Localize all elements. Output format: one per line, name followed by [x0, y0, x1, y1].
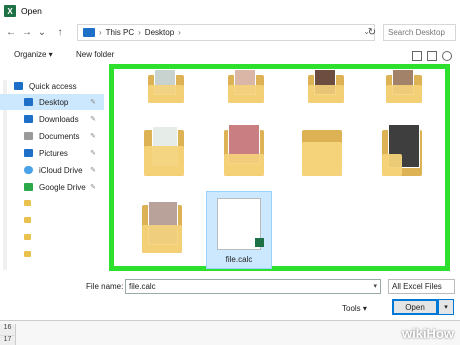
pin-icon[interactable]: ✎ [90, 98, 96, 106]
folder-icon[interactable] [24, 234, 31, 240]
folder-item[interactable] [304, 69, 349, 107]
search-placeholder: Search Desktop [388, 28, 445, 37]
pin-icon[interactable]: ✎ [90, 115, 96, 123]
file-list-pane[interactable]: file.calc [109, 64, 450, 271]
new-folder-button[interactable]: New folder [76, 50, 114, 59]
sidebar-item-label: Downloads [39, 114, 79, 124]
pin-icon[interactable]: ✎ [90, 183, 96, 191]
sidebar-item-pictures[interactable]: Pictures ✎ [0, 145, 104, 161]
sidebar-item-label: Desktop [39, 97, 69, 107]
sidebar-item-label: iCloud Drive [39, 165, 83, 175]
document-icon [24, 132, 33, 140]
tools-label: Tools [342, 304, 361, 313]
file-type-select[interactable]: All Excel Files [388, 279, 455, 294]
folder-item[interactable] [222, 124, 267, 179]
sidebar-item-label: Documents [39, 131, 80, 141]
picture-icon [24, 149, 33, 157]
folder-item[interactable] [382, 69, 427, 107]
organize-button[interactable]: Organize ▾ [14, 50, 53, 59]
address-bar[interactable]: › This PC › Desktop › ⌄ [77, 24, 375, 41]
file-name-label: File name: [86, 282, 124, 291]
navigation-bar: ← → ⌄ ↑ › This PC › Desktop › ⌄ ↻ Search… [0, 22, 460, 44]
breadcrumb-desktop[interactable]: Desktop [145, 28, 174, 37]
file-name-value: file.calc [129, 282, 156, 291]
breadcrumb-this-pc[interactable]: This PC [106, 28, 134, 37]
view-options [412, 50, 452, 62]
star-icon [14, 82, 23, 90]
sidebar-item-icloud-drive[interactable]: iCloud Drive ✎ [0, 162, 104, 178]
view-mode-icon[interactable] [412, 51, 422, 61]
desktop-icon [24, 98, 33, 106]
search-input[interactable]: Search Desktop [383, 24, 456, 41]
open-label: Open [405, 302, 425, 312]
open-button[interactable]: Open [392, 299, 438, 315]
file-type-value: All Excel Files [392, 282, 442, 291]
file-name-label: file.calc [225, 255, 253, 264]
sidebar-item-google-drive[interactable]: Google Drive ✎ [0, 179, 104, 195]
folder-icon[interactable] [24, 200, 31, 206]
folder-item[interactable] [142, 124, 187, 179]
download-icon [24, 115, 33, 123]
tools-button[interactable]: Tools ▾ [342, 304, 367, 313]
back-arrow-icon[interactable]: ← [5, 26, 17, 40]
chevron-down-icon[interactable]: ▾ [373, 282, 377, 290]
command-bar: Organize ▾ New folder [0, 46, 460, 66]
cloud-icon [24, 166, 33, 174]
sidebar-item-label: Google Drive [39, 182, 86, 192]
spreadsheet-background: 16 17 [0, 320, 460, 345]
row-number: 16 [0, 324, 16, 336]
chevron-right-icon: › [138, 28, 141, 37]
folder-item[interactable] [140, 197, 185, 257]
file-name-input[interactable]: file.calc ▾ [125, 279, 381, 294]
sidebar-item-quick-access[interactable]: Quick access [0, 78, 104, 94]
title-bar: X Open [0, 0, 460, 22]
folder-icon [83, 28, 95, 37]
folder-item[interactable] [300, 124, 345, 179]
sidebar-item-label: Pictures [39, 148, 68, 158]
up-arrow-icon[interactable]: ↑ [54, 26, 66, 40]
forward-arrow-icon[interactable]: → [21, 26, 33, 40]
folder-icon[interactable] [24, 217, 31, 223]
file-item-selected[interactable]: file.calc [206, 191, 272, 269]
pin-icon[interactable]: ✎ [90, 149, 96, 157]
folder-item[interactable] [224, 69, 269, 107]
watermark: wikiHow [401, 326, 454, 341]
folder-icon[interactable] [24, 251, 31, 257]
row-number: 17 [0, 336, 16, 345]
google-drive-icon [24, 183, 33, 191]
chevron-right-icon: › [178, 28, 181, 37]
sidebar-item-label: Quick access [29, 81, 77, 91]
sidebar-item-downloads[interactable]: Downloads ✎ [0, 111, 104, 127]
help-icon[interactable] [442, 51, 452, 61]
window-title: Open [21, 6, 42, 16]
pin-icon[interactable]: ✎ [90, 166, 96, 174]
recent-chevron-icon[interactable]: ⌄ [36, 26, 48, 40]
pin-icon[interactable]: ✎ [90, 132, 96, 140]
chevron-right-icon: › [99, 28, 102, 37]
sidebar-item-documents[interactable]: Documents ✎ [0, 128, 104, 144]
open-options-chevron-icon[interactable]: ▾ [438, 299, 454, 315]
sidebar-item-desktop[interactable]: Desktop ✎ [0, 94, 104, 110]
folder-item[interactable] [144, 69, 189, 107]
refresh-icon[interactable]: ↻ [366, 26, 378, 40]
navigation-pane: Quick access Desktop ✎ Downloads ✎ Docum… [0, 72, 108, 272]
folder-item[interactable] [380, 124, 425, 179]
excel-icon [255, 238, 264, 247]
excel-icon: X [4, 5, 16, 17]
preview-pane-icon[interactable] [427, 51, 437, 61]
